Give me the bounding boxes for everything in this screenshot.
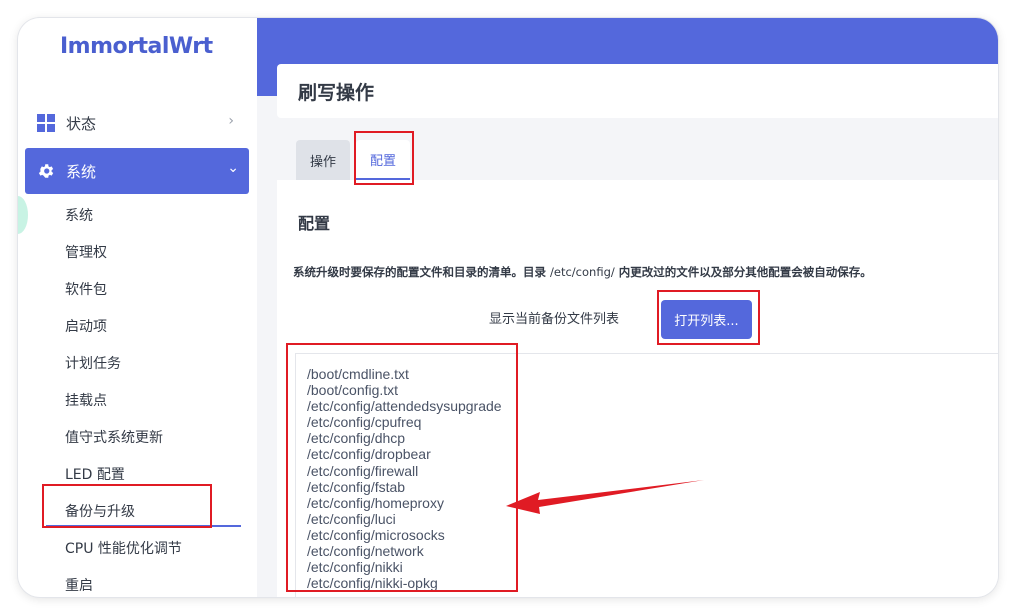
annotation-arrow-icon xyxy=(506,480,704,514)
app-window: ImmortalWrt 状态 › 系统 ⌄ 系统 管理权 软件包 启动项 计划任… xyxy=(18,18,998,597)
